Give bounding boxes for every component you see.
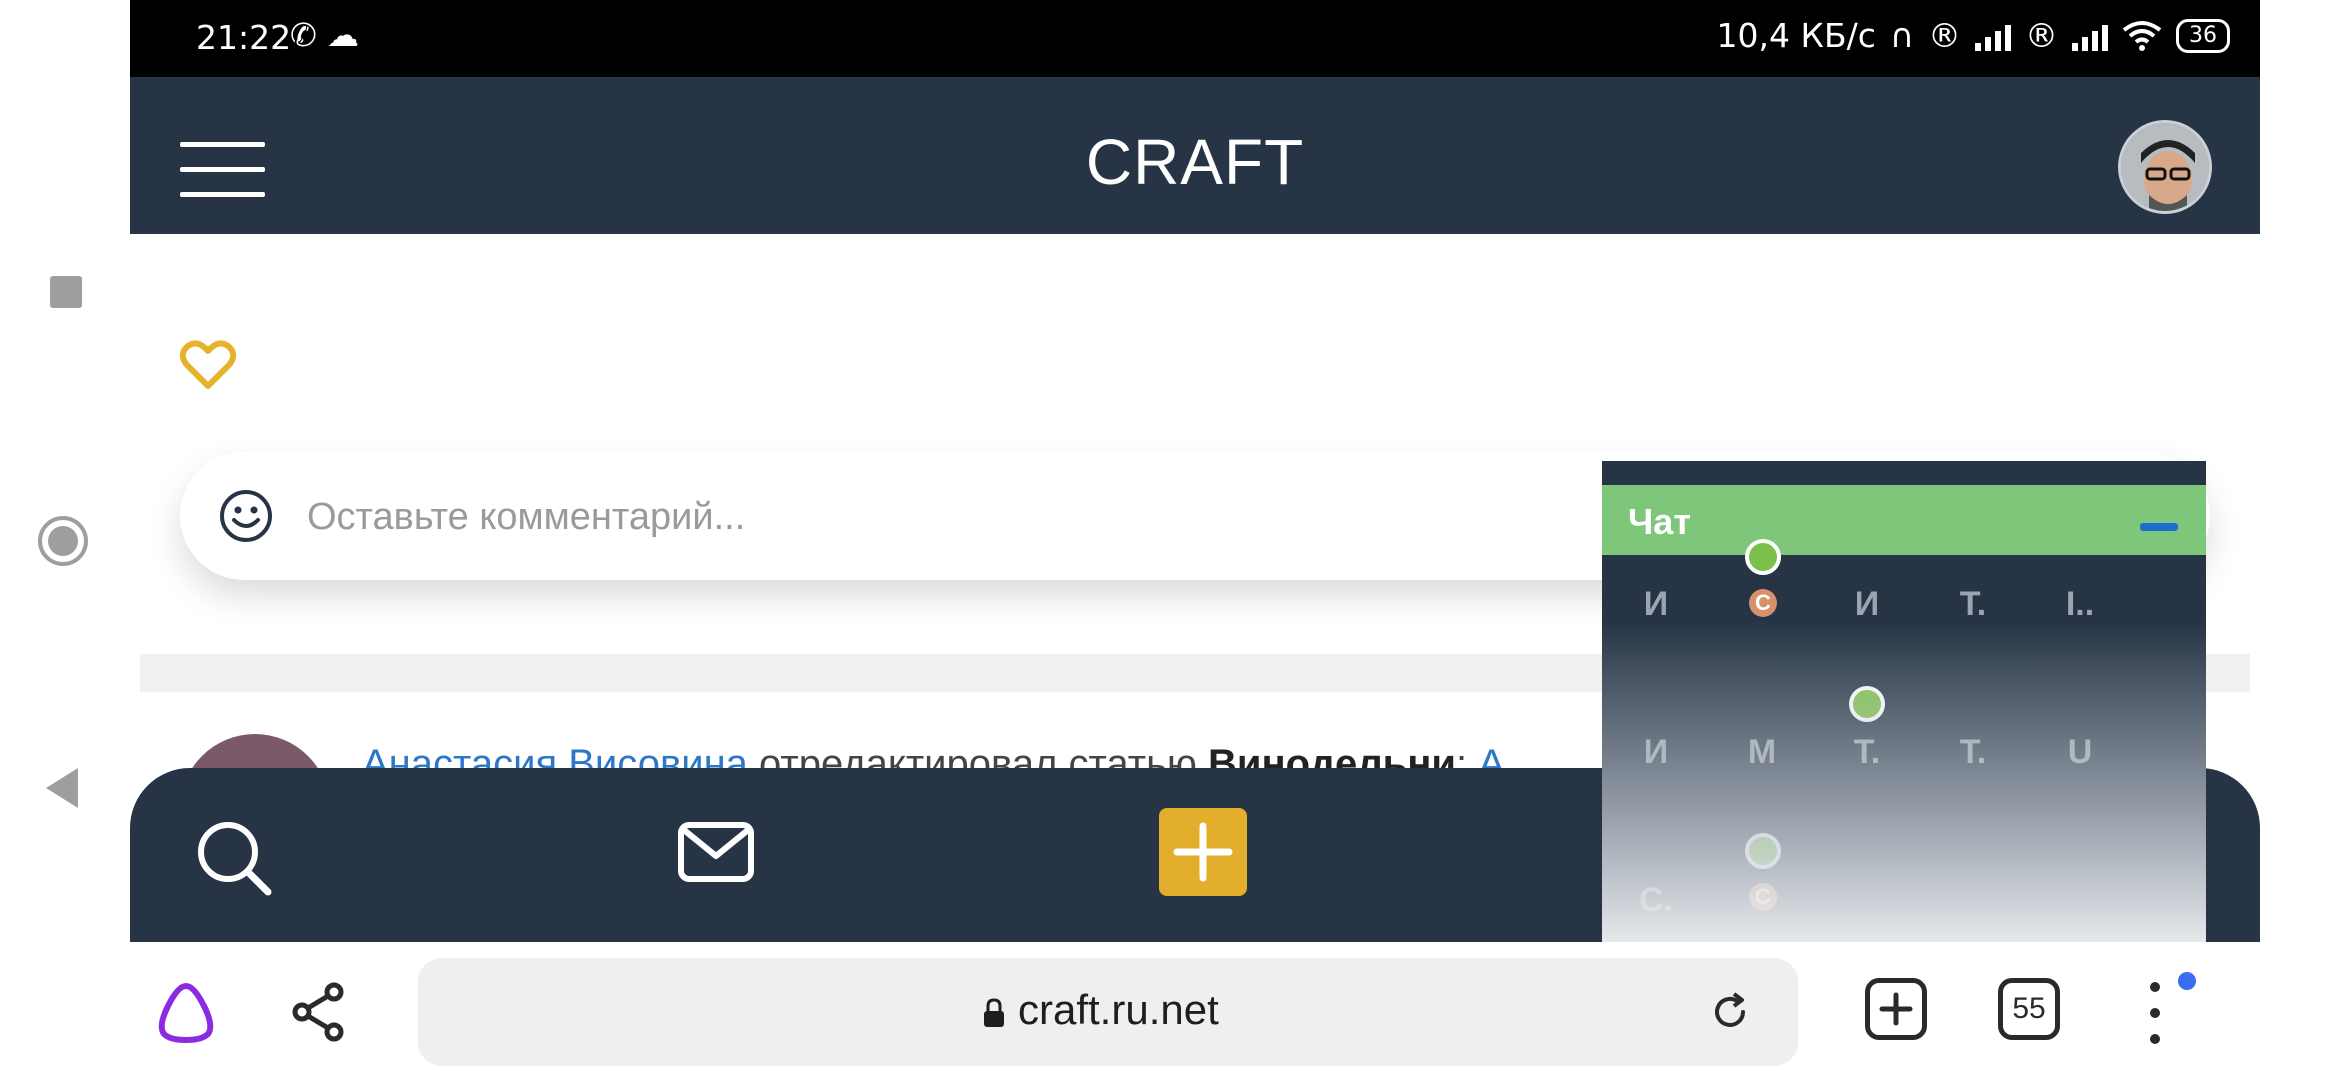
status-right-icons: 10,4 КБ/с ∩ ® ® 36 <box>1717 16 2230 55</box>
call-icon: ✆ <box>290 16 317 54</box>
status-left-icons: ✆ ☁ <box>290 16 359 54</box>
app-header: CRAFT <box>130 77 2260 234</box>
share-icon[interactable] <box>290 982 346 1042</box>
signal-icon <box>1975 21 2011 51</box>
roaming-icon: ® <box>2025 16 2058 55</box>
chat-fade-overlay <box>1602 621 2206 942</box>
chat-user[interactable]: I.. <box>2045 585 2115 624</box>
alice-assistant-icon[interactable] <box>154 980 218 1044</box>
url-text[interactable]: craft.ru.net <box>1018 986 1219 1034</box>
signal-icon <box>2072 21 2108 51</box>
chat-user[interactable]: И <box>1832 585 1902 624</box>
chat-user-avatar[interactable]: С <box>1749 589 1777 617</box>
add-post-button[interactable] <box>1159 808 1247 896</box>
roaming-icon: ® <box>1928 16 1961 55</box>
browser-toolbar: craft.ru.net 55 <box>130 942 2260 1080</box>
recent-apps-button[interactable] <box>50 276 82 308</box>
chat-user[interactable]: Т. <box>1938 585 2008 624</box>
avatar-photo <box>2121 123 2209 211</box>
address-bar[interactable]: craft.ru.net <box>418 958 1798 1066</box>
more-menu-icon[interactable] <box>2142 982 2168 1046</box>
battery-icon: 36 <box>2176 18 2230 53</box>
plus-icon <box>1879 992 1913 1026</box>
wifi-icon <box>2122 20 2162 51</box>
profile-avatar[interactable] <box>2118 120 2212 214</box>
headphones-icon: ∩ <box>1889 16 1914 55</box>
search-icon[interactable] <box>192 816 276 900</box>
status-bar: 21:22 ✆ ☁ 10,4 КБ/с ∩ ® ® 36 <box>130 0 2260 77</box>
system-nav-bar <box>0 0 130 1080</box>
status-time: 21:22 <box>196 18 292 57</box>
chat-title: Чат <box>1628 501 1691 542</box>
cloud-icon: ☁ <box>326 16 359 54</box>
chat-widget: Чат И С И Т. I.. И М Т. Т. U С. С <box>1602 461 2206 942</box>
lock-icon <box>984 998 1004 1027</box>
heart-icon[interactable] <box>180 338 236 390</box>
emoji-icon[interactable] <box>218 488 274 544</box>
chat-minimize-button[interactable] <box>2140 523 2178 531</box>
home-button[interactable] <box>38 516 88 566</box>
plus-icon <box>1173 822 1233 882</box>
reload-icon[interactable] <box>1710 992 1750 1032</box>
new-tab-button[interactable] <box>1865 978 1927 1040</box>
tabs-count-button[interactable]: 55 <box>1998 978 2060 1040</box>
site-title[interactable]: CRAFT <box>130 125 2260 199</box>
mail-icon[interactable] <box>678 822 754 882</box>
network-speed: 10,4 КБ/с <box>1716 16 1876 55</box>
comment-input[interactable] <box>305 480 1209 554</box>
notification-dot <box>2178 972 2196 990</box>
chat-user[interactable]: И <box>1621 585 1691 624</box>
online-status-dot <box>1745 539 1781 575</box>
back-button[interactable] <box>46 768 78 808</box>
chat-header[interactable]: Чат <box>1602 485 2206 555</box>
